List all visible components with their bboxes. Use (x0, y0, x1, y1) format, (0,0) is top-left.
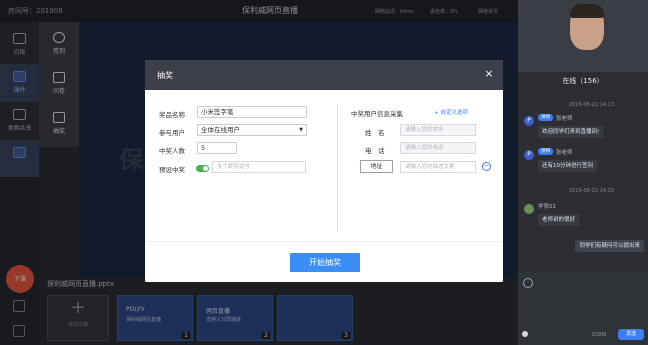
modal-title: 抽奖 (157, 71, 173, 80)
start-lottery-button[interactable]: 开始抽奖 (290, 253, 360, 272)
emoji-icon[interactable] (523, 278, 533, 288)
participant-label: 参与用户 (159, 129, 185, 137)
avatar: P (524, 150, 534, 160)
address-button[interactable]: 地址 (360, 160, 393, 173)
preset-input[interactable]: 多个昵称逗号 (212, 161, 306, 173)
prize-label: 奖品名称 (159, 111, 185, 119)
chat-message: 还有10分钟进行签到 (538, 160, 597, 172)
toggle-icon[interactable] (522, 331, 528, 337)
modal-header: 抽奖 × (145, 60, 503, 90)
chat-message: 欢迎同学们来到直播间! (538, 126, 604, 138)
remove-option-icon[interactable]: − (482, 162, 491, 171)
teacher-badge: 讲师 (538, 114, 553, 121)
address-input[interactable]: 请输入您的描述文案 (400, 161, 476, 173)
phone-label: 电 话 (365, 147, 385, 155)
count-label: 中奖人数 (159, 147, 185, 155)
modal-divider (337, 104, 338, 232)
participant-value: 全体在线用户 (201, 126, 240, 134)
prize-input[interactable]: 小米签字笔 (197, 106, 307, 118)
chat-sender: 张老师 (556, 116, 573, 122)
chevron-down-icon: ▼ (299, 127, 303, 133)
preset-label: 预设中奖 (159, 166, 185, 174)
participant-select[interactable]: 全体在线用户 ▼ (197, 124, 307, 136)
modal-footer: 开始抽奖 (145, 241, 503, 282)
chat-timestamp: 2019-08-22 14:15 (568, 188, 614, 194)
chat-input-area[interactable]: 0/200 发送 (518, 272, 648, 345)
online-count: 在线（156） (562, 77, 604, 85)
chat-sender: 学员01 (538, 204, 556, 210)
chat-timestamp: 2019-08-22 14:13 (568, 102, 614, 108)
custom-option-link[interactable]: + 自定义选项 (434, 108, 468, 116)
winner-info-title: 中奖用户信息采集 (351, 110, 403, 118)
name-input[interactable]: 请输入您的姓名 (400, 124, 476, 136)
lottery-modal: 抽奖 × 奖品名称 小米签字笔 参与用户 全体在线用户 ▼ 中奖人数 5 预设中… (145, 60, 503, 282)
char-counter: 0/200 (592, 332, 607, 338)
count-input[interactable]: 5 (197, 142, 237, 154)
right-column: 在线（156） 2019-08-22 14:13 P 讲师 张老师 欢迎同学们来… (518, 0, 648, 345)
chat-list: 2019-08-22 14:13 P 讲师 张老师 欢迎同学们来到直播间! P … (518, 90, 648, 272)
avatar (524, 204, 534, 214)
preset-toggle[interactable] (196, 165, 209, 172)
avatar: P (524, 116, 534, 126)
teacher-badge: 讲师 (538, 148, 553, 155)
send-button[interactable]: 发送 (618, 329, 644, 340)
chat-message: 老师讲的很好 (538, 214, 580, 226)
teacher-hair (570, 4, 604, 18)
name-label: 姓 名 (365, 129, 385, 137)
teacher-video (518, 0, 648, 72)
close-icon[interactable]: × (483, 67, 495, 80)
chat-message-self: 同学们有疑问可以提出来 (575, 240, 644, 252)
chat-sender: 张老师 (556, 150, 573, 156)
toggle-knob (203, 166, 208, 171)
phone-input[interactable]: 请输入您的电话 (400, 142, 476, 154)
